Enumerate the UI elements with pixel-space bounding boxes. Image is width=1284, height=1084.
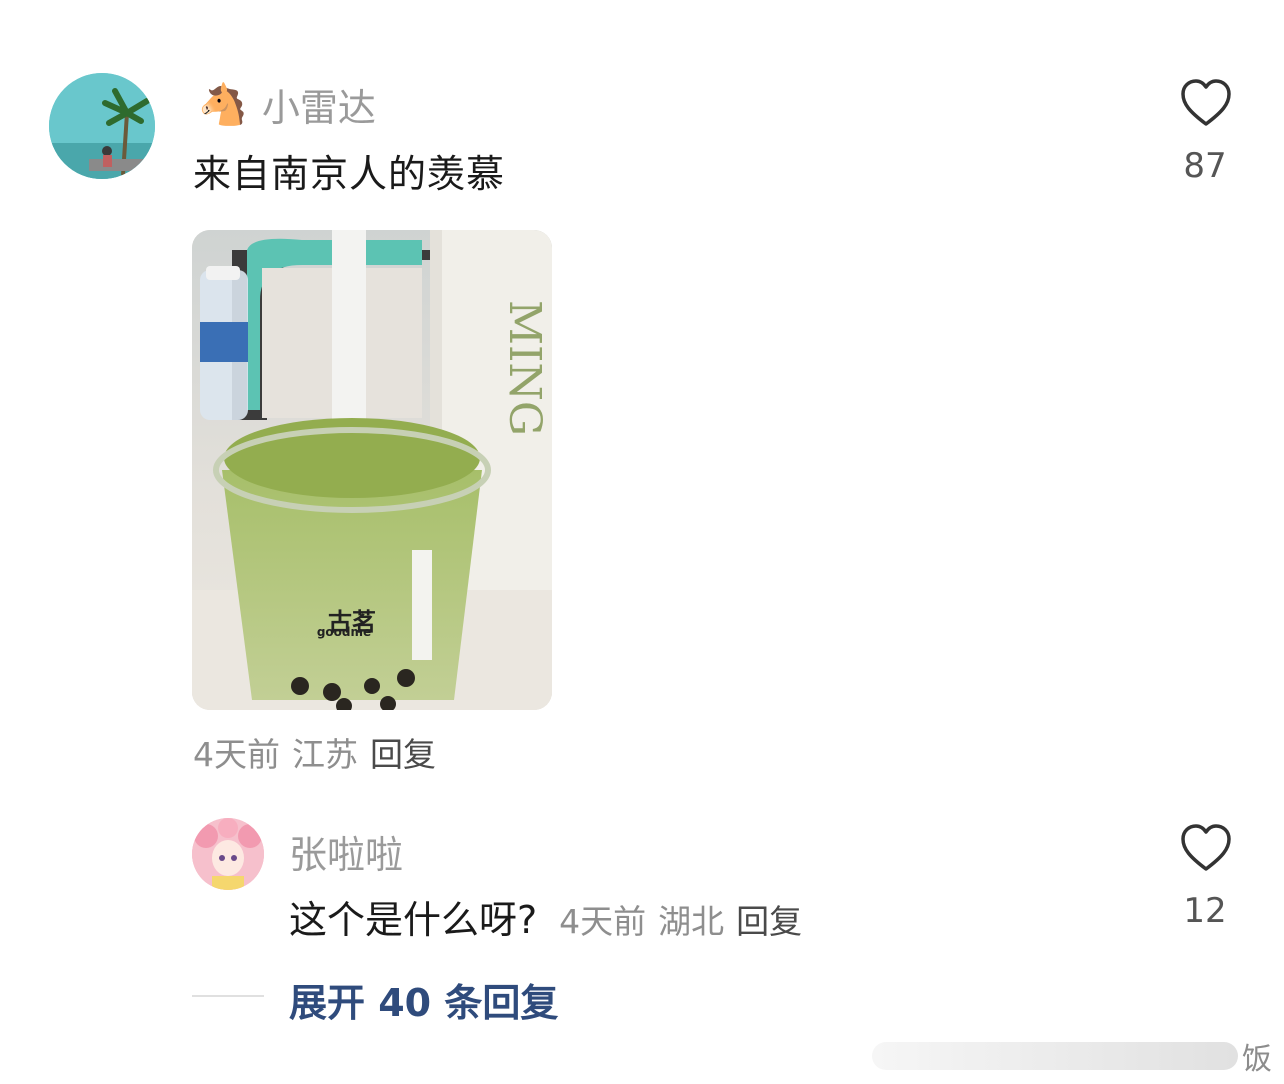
reply-button[interactable]: 回复 [736,895,802,943]
watermark: 饭 [872,1036,1272,1077]
comment-meta: 4天前 江苏 回复 [193,728,436,776]
avatar[interactable] [49,73,155,179]
like-button[interactable] [1180,78,1232,130]
heart-icon [1181,79,1231,126]
like-count: 87 [1183,146,1227,186]
watermark-text: 饭 [1242,1042,1272,1077]
heart-icon [1181,824,1231,871]
bag-text: MING [499,300,550,436]
horse-emoji-icon: 🐴 [198,81,248,128]
cup-brand: goodme [317,625,371,639]
watermark-bar [872,1042,1238,1070]
reply-meta: 4天前 湖北 回复 [559,895,802,943]
comment-time: 4天前 [193,735,280,774]
expand-replies-link[interactable]: 展开 40 条回复 [289,972,558,1027]
comment-photo[interactable]: MING 古茗 goodme [192,230,552,710]
avatar[interactable] [192,818,264,890]
reply-author[interactable]: 张啦啦 [289,824,403,879]
divider [192,995,264,997]
reply-button[interactable]: 回复 [370,728,436,776]
reply-row: 这个是什么呀? 4天前 湖北 回复 [289,889,802,944]
comment-location: 江苏 [292,735,358,774]
reply-time: 4天前 [559,902,647,941]
username: 小雷达 [261,85,376,130]
like-count: 12 [1183,891,1227,931]
like-button[interactable] [1180,823,1232,875]
reply-location: 湖北 [658,902,725,941]
comment-author[interactable]: 🐴 小雷达 [198,80,376,130]
reply-text: 这个是什么呀? [289,898,538,942]
comment-text: 来自南京人的羡慕 [193,152,506,196]
